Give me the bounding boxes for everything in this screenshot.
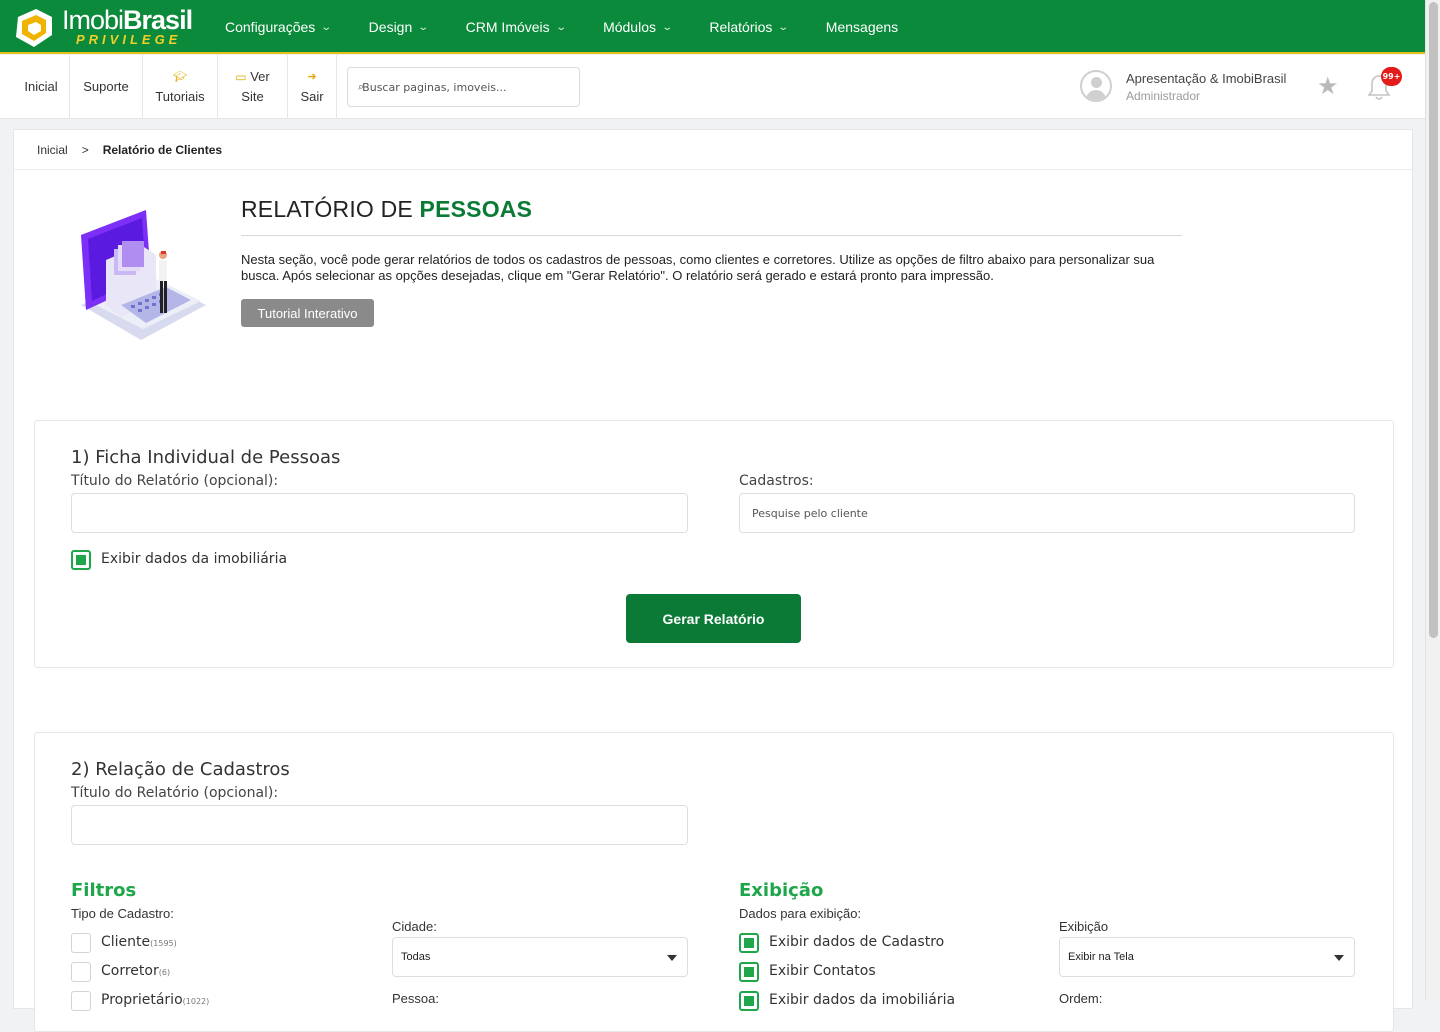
menu-crm-imoveis[interactable]: CRM Imóveis ⌄ bbox=[466, 19, 567, 35]
menu-mensagens[interactable]: Mensagens bbox=[826, 19, 898, 35]
page-content: Inicial > Relatório de Clientes RELATÓRI… bbox=[13, 129, 1413, 1032]
exibir-imobiliaria-checkbox[interactable] bbox=[739, 991, 759, 1011]
exibir-contatos-checkbox[interactable] bbox=[739, 962, 759, 982]
exibir-contatos-label: Exibir Contatos bbox=[769, 963, 876, 979]
caret-down-icon bbox=[1334, 955, 1344, 961]
favorite-star-icon[interactable]: ★ bbox=[1317, 72, 1339, 100]
report-illustration bbox=[81, 210, 206, 340]
search-input[interactable]: ⌕ Buscar paginas, imoveis... bbox=[347, 67, 580, 107]
avatar bbox=[1080, 70, 1112, 102]
logo-mark-icon bbox=[16, 9, 52, 47]
breadcrumb-current: Relatório de Clientes bbox=[102, 142, 223, 157]
menu-relatorios[interactable]: Relatórios ⌄ bbox=[709, 19, 790, 35]
cadastros-label: Cadastros: bbox=[739, 473, 814, 489]
cidade-value: Todas bbox=[401, 951, 431, 963]
section-ficha-individual: 1) Ficha Individual de Pessoas Título do… bbox=[34, 420, 1394, 668]
shortcut-label: Tutoriais bbox=[155, 89, 205, 104]
user-name: Apresentação & ImobiBrasil bbox=[1126, 71, 1287, 86]
notification-badge: 99+ bbox=[1381, 67, 1402, 86]
exibicao-heading: Exibição bbox=[739, 880, 824, 901]
title-divider bbox=[241, 235, 1182, 236]
titulo-label: Título do Relatório (opcional): bbox=[71, 785, 279, 801]
tipo-cliente-label: Cliente(1595) bbox=[101, 934, 177, 950]
chevron-down-icon: ⌄ bbox=[320, 21, 333, 33]
tipo-corretor-label: Corretor(6) bbox=[101, 963, 171, 979]
titulo-label: Título do Relatório (opcional): bbox=[71, 473, 279, 489]
pessoa-label: Pessoa: bbox=[392, 991, 439, 1006]
shortcut-label: Suporte bbox=[83, 79, 129, 94]
tipo-proprietario-label: Proprietário(1022) bbox=[101, 992, 210, 1008]
scrollbar-thumb[interactable] bbox=[1429, 2, 1438, 638]
cadastros-placeholder: Pesquise pelo cliente bbox=[752, 506, 868, 520]
main-menu: Configurações ⌄ Design ⌄ CRM Imóveis ⌄ Módu… bbox=[225, 0, 936, 54]
logo-subtitle: PRIVILEGE bbox=[76, 32, 182, 47]
section-relacao-cadastros: 2) Relação de Cadastros Título do Relató… bbox=[34, 732, 1394, 1032]
tipo-cliente-checkbox[interactable] bbox=[71, 933, 91, 953]
top-navbar: ImobiBrasil PRIVILEGE Configurações ⌄ Des… bbox=[0, 0, 1425, 54]
dados-exibicao-label: Dados para exibição: bbox=[739, 906, 862, 921]
tipo-corretor-checkbox[interactable] bbox=[71, 962, 91, 982]
shortcut-label: Inicial bbox=[24, 79, 58, 94]
shortcut-label: Site bbox=[241, 89, 264, 104]
tipo-cadastro-label: Tipo de Cadastro: bbox=[71, 906, 174, 921]
page-title: RELATÓRIO DE PESSOAS bbox=[241, 196, 533, 222]
menu-configuracoes[interactable]: Configurações ⌄ bbox=[225, 19, 333, 35]
caret-down-icon bbox=[667, 955, 677, 961]
ver-site-line: ▭ Ver bbox=[235, 69, 270, 84]
filtros-heading: Filtros bbox=[71, 880, 137, 901]
exibir-imobiliaria-label: Exibir dados da imobiliária bbox=[769, 992, 956, 1008]
sign-out-icon: ➜ bbox=[307, 71, 317, 83]
exibir-cadastro-label: Exibir dados de Cadastro bbox=[769, 934, 945, 950]
shortcut-tutoriais[interactable]: 🎓︎ Tutoriais bbox=[143, 55, 218, 119]
shortcut-ver-site[interactable]: ▭ Ver Site bbox=[218, 55, 288, 119]
shortcut-suporte[interactable]: Suporte bbox=[70, 55, 143, 119]
section-title: 2) Relação de Cadastros bbox=[71, 759, 290, 780]
exibicao-select-label: Exibição bbox=[1059, 919, 1109, 934]
shortcut-sair[interactable]: ➜ Sair bbox=[288, 55, 337, 119]
cidade-select[interactable]: Todas bbox=[392, 937, 688, 977]
breadcrumb-home[interactable]: Inicial bbox=[37, 143, 68, 157]
chevron-down-icon: ⌄ bbox=[417, 21, 430, 33]
shortcut-bar: Inicial Suporte 🎓︎ Tutoriais ▭ Ver Site … bbox=[0, 55, 1425, 119]
exibir-imobiliaria-label: Exibir dados da imobiliária bbox=[101, 551, 288, 567]
cidade-label: Cidade: bbox=[392, 919, 437, 934]
titulo-relatorio-input[interactable] bbox=[71, 805, 688, 845]
exibicao-select[interactable]: Exibir na Tela bbox=[1059, 937, 1355, 977]
imobibrasil-logo[interactable]: ImobiBrasil PRIVILEGE bbox=[12, 5, 193, 51]
page-scrollbar[interactable] bbox=[1425, 0, 1440, 1000]
chevron-down-icon: ⌄ bbox=[661, 21, 674, 33]
user-role: Administrador bbox=[1126, 89, 1201, 103]
exibir-imobiliaria-checkbox[interactable] bbox=[71, 550, 91, 570]
menu-modulos[interactable]: Módulos ⌄ bbox=[603, 19, 674, 35]
chevron-right-icon: > bbox=[81, 142, 89, 157]
titulo-relatorio-input[interactable] bbox=[71, 493, 688, 533]
chevron-down-icon: ⌄ bbox=[554, 21, 567, 33]
chevron-down-icon: ⌄ bbox=[777, 21, 790, 33]
shortcut-label: Sair bbox=[300, 89, 324, 104]
section-title: 1) Ficha Individual de Pessoas bbox=[71, 447, 341, 468]
ordem-label: Ordem: bbox=[1059, 991, 1103, 1006]
search-placeholder: Buscar paginas, imoveis... bbox=[362, 80, 507, 94]
menu-design[interactable]: Design ⌄ bbox=[369, 19, 430, 35]
exibicao-value: Exibir na Tela bbox=[1068, 951, 1134, 963]
shortcut-inicial[interactable]: Inicial bbox=[13, 55, 70, 119]
graduation-cap-icon: 🎓︎ bbox=[173, 71, 187, 83]
tipo-proprietario-checkbox[interactable] bbox=[71, 991, 91, 1011]
monitor-icon: ▭ bbox=[235, 70, 247, 84]
breadcrumb: Inicial > Relatório de Clientes bbox=[14, 130, 1412, 170]
page-description: Nesta seção, você pode gerar relatórios … bbox=[241, 252, 1155, 283]
cadastros-search-input[interactable]: Pesquise pelo cliente bbox=[739, 493, 1355, 533]
gerar-relatorio-button[interactable]: Gerar Relatório bbox=[626, 594, 801, 643]
tutorial-interativo-button[interactable]: Tutorial Interativo bbox=[241, 299, 374, 327]
exibir-cadastro-checkbox[interactable] bbox=[739, 933, 759, 953]
